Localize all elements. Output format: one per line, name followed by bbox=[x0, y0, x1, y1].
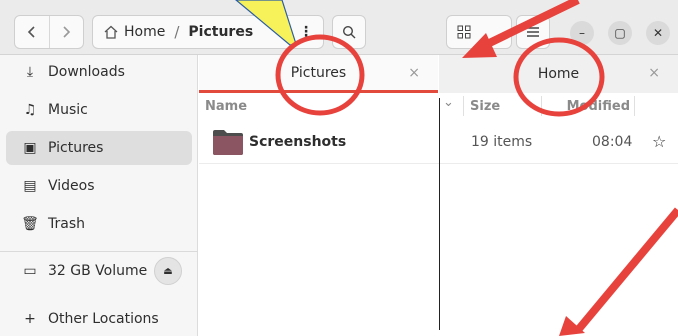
tab-label: Home bbox=[537, 66, 580, 82]
sidebar-item-label: 32 GB Volume bbox=[48, 263, 148, 279]
eject-button[interactable]: ⏏ bbox=[154, 257, 182, 285]
grid-view-icon bbox=[457, 25, 471, 39]
folder-icon bbox=[213, 130, 243, 155]
trash-icon: 🗑 bbox=[21, 216, 39, 232]
sidebar-item-downloads[interactable]: ⤓ Downloads bbox=[6, 55, 192, 89]
red-arrow-annotation bbox=[574, 207, 678, 333]
star-button[interactable]: ☆ bbox=[652, 132, 666, 151]
forward-button[interactable] bbox=[48, 16, 84, 48]
column-divider bbox=[463, 96, 464, 116]
path-menu-button[interactable]: ⋮ bbox=[289, 16, 323, 48]
file-name: Screenshots bbox=[249, 133, 347, 150]
sidebar-item-pictures[interactable]: ▣ Pictures bbox=[6, 131, 192, 165]
column-header-modified[interactable]: Modified bbox=[548, 93, 630, 119]
column-header-size[interactable]: Size bbox=[470, 93, 540, 119]
column-name-label: Name bbox=[205, 98, 248, 114]
tab-pictures[interactable]: Pictures × bbox=[199, 55, 438, 93]
close-window-button[interactable]: ✕ bbox=[646, 21, 670, 45]
main-menu-button[interactable] bbox=[516, 15, 550, 49]
file-size: 19 items bbox=[471, 133, 533, 150]
tab-home[interactable]: Home × bbox=[439, 55, 678, 93]
search-icon bbox=[342, 25, 356, 39]
download-icon: ⤓ bbox=[26, 64, 34, 80]
column-size-label: Size bbox=[470, 98, 501, 114]
sidebar-item-trash[interactable]: 🗑 Trash bbox=[6, 207, 192, 241]
tab-close-button[interactable]: × bbox=[648, 65, 660, 81]
hamburger-menu-icon bbox=[527, 27, 539, 37]
sidebar-item-videos[interactable]: ▤ Videos bbox=[6, 169, 192, 203]
navigation-buttons bbox=[14, 15, 84, 49]
sidebar-item-other-locations[interactable]: + Other Locations bbox=[6, 302, 192, 336]
tab-label: Pictures bbox=[290, 64, 347, 81]
sidebar: ⤓ Downloads ♫ Music ▣ Pictures ▤ Videos … bbox=[0, 55, 198, 336]
path-current[interactable]: Pictures bbox=[188, 24, 253, 40]
search-button[interactable] bbox=[332, 15, 366, 49]
tab-close-button[interactable]: × bbox=[408, 65, 420, 81]
back-button[interactable] bbox=[15, 16, 49, 48]
sidebar-item-label: Pictures bbox=[48, 140, 104, 156]
minimize-button[interactable]: – bbox=[570, 21, 594, 45]
view-options-button[interactable] bbox=[446, 15, 512, 49]
film-icon: ▤ bbox=[23, 178, 37, 194]
sidebar-item-label: Downloads bbox=[48, 64, 125, 80]
drive-icon: ▭ bbox=[23, 263, 37, 279]
column-divider bbox=[634, 96, 635, 116]
column-divider bbox=[541, 96, 542, 116]
sidebar-item-label: Trash bbox=[48, 216, 85, 232]
sidebar-item-music[interactable]: ♫ Music bbox=[6, 93, 192, 127]
music-icon: ♫ bbox=[23, 102, 37, 118]
sidebar-item-label: Videos bbox=[48, 178, 95, 194]
red-arrowhead bbox=[559, 316, 585, 336]
path-bar[interactable]: Home / Pictures ⋮ bbox=[92, 15, 324, 49]
chevron-left-icon bbox=[27, 26, 35, 38]
maximize-button[interactable]: ▢ bbox=[608, 21, 632, 45]
header-bar: Home / Pictures ⋮ – ▢ ✕ bbox=[0, 0, 678, 55]
pane-divider bbox=[439, 98, 440, 330]
path-home[interactable]: Home bbox=[124, 24, 165, 40]
chevron-right-icon bbox=[63, 26, 71, 38]
sort-chevron-icon: ⌄ bbox=[443, 95, 454, 110]
home-icon bbox=[104, 25, 118, 39]
sidebar-divider bbox=[0, 251, 198, 252]
column-modified-label: Modified bbox=[566, 98, 630, 114]
plus-icon: + bbox=[24, 311, 36, 327]
sidebar-item-label: Music bbox=[48, 102, 88, 118]
path-separator: / bbox=[174, 23, 180, 41]
sidebar-item-volume[interactable]: ▭ 32 GB Volume ⏏ bbox=[6, 254, 192, 288]
file-modified: 08:04 bbox=[592, 133, 633, 150]
column-header-name[interactable]: Name ⌄ bbox=[205, 93, 465, 119]
picture-icon: ▣ bbox=[23, 140, 37, 156]
sidebar-item-label: Other Locations bbox=[48, 311, 159, 327]
